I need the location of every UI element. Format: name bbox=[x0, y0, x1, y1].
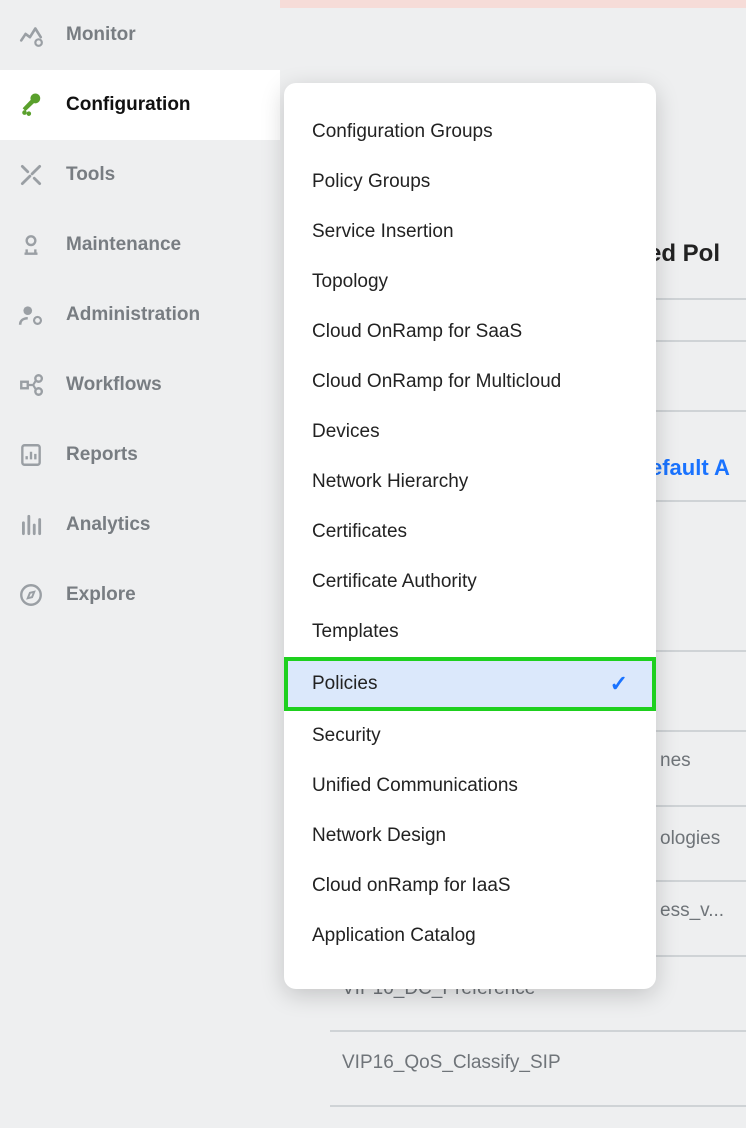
flyout-item-topology[interactable]: Topology bbox=[284, 257, 656, 307]
checkmark-icon: ✓ bbox=[610, 671, 628, 697]
flyout-item-label: Unified Communications bbox=[312, 775, 518, 797]
sidebar-item-maintenance[interactable]: Maintenance bbox=[0, 210, 280, 280]
flyout-item-cloud-onramp-saas[interactable]: Cloud OnRamp for SaaS bbox=[284, 307, 656, 357]
link-partial[interactable]: efault A bbox=[650, 455, 730, 481]
sidebar-item-label: Analytics bbox=[66, 514, 150, 536]
flyout-item-cloud-onramp-multicloud[interactable]: Cloud OnRamp for Multicloud bbox=[284, 357, 656, 407]
sidebar-item-configuration[interactable]: Configuration bbox=[0, 70, 280, 140]
flyout-item-label: Certificates bbox=[312, 521, 407, 543]
sidebar-item-label: Configuration bbox=[66, 94, 191, 116]
report-icon bbox=[18, 442, 44, 468]
sidebar-item-label: Tools bbox=[66, 164, 115, 186]
flyout-item-label: Devices bbox=[312, 421, 380, 443]
row-text-partial: ologies bbox=[660, 828, 720, 850]
sidebar-item-label: Explore bbox=[66, 584, 136, 606]
sidebar-item-label: Maintenance bbox=[66, 234, 181, 256]
sidebar-item-monitor[interactable]: Monitor bbox=[0, 0, 280, 70]
divider bbox=[330, 1105, 746, 1107]
top-alert-bar bbox=[280, 0, 746, 8]
sidebar-item-reports[interactable]: Reports bbox=[0, 420, 280, 490]
sidebar-item-analytics[interactable]: Analytics bbox=[0, 490, 280, 560]
sidebar-item-workflows[interactable]: Workflows bbox=[0, 350, 280, 420]
flyout-item-label: Cloud OnRamp for Multicloud bbox=[312, 371, 561, 393]
analytics-icon bbox=[18, 512, 44, 538]
flyout-item-unified-communications[interactable]: Unified Communications bbox=[284, 761, 656, 811]
flyout-item-certificate-authority[interactable]: Certificate Authority bbox=[284, 557, 656, 607]
nav-sidebar: Monitor Configuration Tools Maintenance … bbox=[0, 0, 280, 1128]
flyout-item-label: Topology bbox=[312, 271, 388, 293]
flyout-item-label: Templates bbox=[312, 621, 399, 643]
flyout-item-certificates[interactable]: Certificates bbox=[284, 507, 656, 557]
monitor-icon bbox=[18, 22, 44, 48]
flyout-item-label: Network Hierarchy bbox=[312, 471, 468, 493]
flyout-item-label: Configuration Groups bbox=[312, 121, 493, 143]
flyout-item-security[interactable]: Security bbox=[284, 711, 656, 761]
tools-icon bbox=[18, 162, 44, 188]
sidebar-item-label: Administration bbox=[66, 304, 200, 326]
sidebar-item-explore[interactable]: Explore bbox=[0, 560, 280, 630]
row-text-partial: nes bbox=[660, 750, 691, 772]
row-text-partial: ess_v... bbox=[660, 900, 724, 922]
sidebar-item-label: Monitor bbox=[66, 24, 136, 46]
flyout-item-label: Policies bbox=[312, 673, 377, 695]
flyout-item-service-insertion[interactable]: Service Insertion bbox=[284, 207, 656, 257]
flyout-item-application-catalog[interactable]: Application Catalog bbox=[284, 911, 656, 961]
flyout-item-label: Policy Groups bbox=[312, 171, 430, 193]
flyout-item-network-design[interactable]: Network Design bbox=[284, 811, 656, 861]
sidebar-item-tools[interactable]: Tools bbox=[0, 140, 280, 210]
wrench-icon bbox=[18, 92, 44, 118]
compass-icon bbox=[18, 582, 44, 608]
flyout-item-configuration-groups[interactable]: Configuration Groups bbox=[284, 107, 656, 157]
flyout-item-label: Application Catalog bbox=[312, 925, 476, 947]
flyout-item-label: Certificate Authority bbox=[312, 571, 477, 593]
flyout-item-label: Network Design bbox=[312, 825, 446, 847]
flyout-item-cloud-onramp-iaas[interactable]: Cloud onRamp for IaaS bbox=[284, 861, 656, 911]
flyout-item-label: Service Insertion bbox=[312, 221, 454, 243]
workflow-icon bbox=[18, 372, 44, 398]
user-gear-icon bbox=[18, 302, 44, 328]
gear-icon bbox=[18, 232, 44, 258]
sidebar-item-label: Reports bbox=[66, 444, 138, 466]
flyout-item-templates[interactable]: Templates bbox=[284, 607, 656, 657]
flyout-item-devices[interactable]: Devices bbox=[284, 407, 656, 457]
configuration-flyout: Configuration Groups Policy Groups Servi… bbox=[284, 83, 656, 989]
flyout-item-label: Security bbox=[312, 725, 381, 747]
sidebar-item-label: Workflows bbox=[66, 374, 162, 396]
flyout-item-network-hierarchy[interactable]: Network Hierarchy bbox=[284, 457, 656, 507]
flyout-item-policy-groups[interactable]: Policy Groups bbox=[284, 157, 656, 207]
flyout-item-policies[interactable]: Policies ✓ bbox=[284, 657, 656, 711]
flyout-item-label: Cloud onRamp for IaaS bbox=[312, 875, 511, 897]
flyout-item-label: Cloud OnRamp for SaaS bbox=[312, 321, 522, 343]
divider bbox=[330, 1030, 746, 1032]
sidebar-item-administration[interactable]: Administration bbox=[0, 280, 280, 350]
row-text[interactable]: VIP16_QoS_Classify_SIP bbox=[342, 1052, 561, 1074]
